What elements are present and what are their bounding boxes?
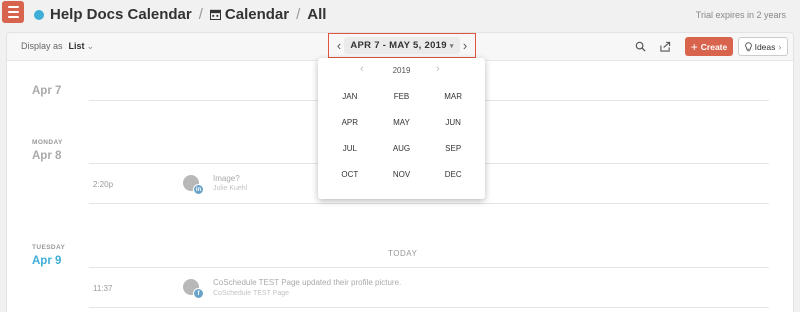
day-weekday: TUESDAY <box>32 244 66 251</box>
day-date-partial: Apr 7 <box>32 85 62 97</box>
entry-time: 11:37 <box>93 284 113 293</box>
day-weekday: MONDAY <box>32 139 63 146</box>
breadcrumb-calendar-name[interactable]: Help Docs Calendar <box>50 6 192 23</box>
menu-line <box>7 11 19 13</box>
date-range-dropdown[interactable]: APR 7 - MAY 5, 2019 ▾ <box>344 37 460 54</box>
month-option-jun[interactable]: JUN <box>427 117 479 129</box>
calendar-color-dot <box>34 9 44 20</box>
day-date: Apr 8 <box>32 150 62 162</box>
calendar-toolbar: Display as List ⌄ ‹ APR 7 - MAY 5, 2019 ▾ ›… <box>7 33 793 61</box>
entry-subtitle: CoSchedule TEST Page <box>213 290 290 297</box>
month-grid: JAN FEB MAR APR MAY JUN JUL AUG SEP OCT NOV DEC <box>324 91 479 181</box>
previous-range-arrow-icon[interactable]: ‹ <box>334 38 344 53</box>
share-icon[interactable] <box>660 41 671 52</box>
breadcrumb-filter[interactable]: All <box>307 6 326 23</box>
breadcrumb-section[interactable]: Calendar <box>225 6 289 23</box>
linkedin-icon: in <box>193 184 204 195</box>
trial-notice: Trial expires in 2 years <box>695 10 786 20</box>
picker-year: 2019 <box>392 66 411 75</box>
day-divider <box>89 307 769 308</box>
create-button[interactable]: + Create <box>685 37 733 56</box>
month-option-apr[interactable]: APR <box>324 117 376 129</box>
month-option-sep[interactable]: SEP <box>427 143 479 155</box>
month-option-aug[interactable]: AUG <box>376 143 428 155</box>
day-date-today: Apr 9 <box>32 255 62 267</box>
display-as-control[interactable]: Display as List ⌄ <box>21 41 94 52</box>
ideas-button[interactable]: Ideas › <box>738 37 788 56</box>
create-button-label: Create <box>700 41 728 52</box>
top-bar: Help Docs Calendar / Calendar / All Tria… <box>0 0 800 32</box>
breadcrumb: Help Docs Calendar / Calendar / All <box>34 6 326 23</box>
date-range-text: APR 7 - MAY 5, 2019 <box>350 40 447 51</box>
lightbulb-icon <box>744 41 752 51</box>
menu-line <box>7 6 19 8</box>
next-range-arrow-icon[interactable]: › <box>460 38 470 53</box>
date-range-navigator: ‹ APR 7 - MAY 5, 2019 ▾ › <box>328 33 476 58</box>
month-option-mar[interactable]: MAR <box>427 91 479 103</box>
ideas-button-label: Ideas <box>754 41 776 52</box>
entry-title: Image? <box>213 174 240 183</box>
month-picker-header: ‹ 2019 › <box>318 63 485 79</box>
display-as-value[interactable]: List <box>69 41 85 51</box>
chevron-right-icon: › <box>778 41 782 52</box>
caret-down-icon: ▾ <box>449 43 454 50</box>
facebook-icon: f <box>193 288 204 299</box>
month-option-jan[interactable]: JAN <box>324 91 376 103</box>
month-option-may[interactable]: MAY <box>376 117 428 129</box>
breadcrumb-separator: / <box>198 6 203 23</box>
search-icon[interactable] <box>635 41 646 52</box>
calendar-icon <box>209 9 221 20</box>
day-divider <box>89 267 769 268</box>
month-option-dec[interactable]: DEC <box>427 169 479 181</box>
month-option-nov[interactable]: NOV <box>376 169 428 181</box>
month-option-jul[interactable]: JUL <box>324 143 376 155</box>
today-label: TODAY <box>388 249 418 258</box>
entry-subtitle: Julie Kuehl <box>213 185 248 192</box>
menu-line <box>7 16 19 18</box>
month-option-oct[interactable]: OCT <box>324 169 376 181</box>
chevron-down-icon[interactable]: ⌄ <box>87 41 95 51</box>
entry-title: CoSchedule TEST Page updated their profi… <box>213 278 402 287</box>
month-option-feb[interactable]: FEB <box>376 91 428 103</box>
entry-time: 2:20p <box>93 180 114 189</box>
day-divider <box>89 203 769 204</box>
plus-icon: + <box>690 39 698 54</box>
display-as-label: Display as <box>21 41 63 51</box>
next-year-arrow-icon[interactable]: › <box>436 63 440 75</box>
breadcrumb-separator: / <box>296 6 301 23</box>
month-picker-dropdown: ‹ 2019 › JAN FEB MAR APR MAY JUN JUL AUG SEP OCT N… <box>318 58 485 199</box>
hamburger-menu-button[interactable] <box>2 1 24 23</box>
